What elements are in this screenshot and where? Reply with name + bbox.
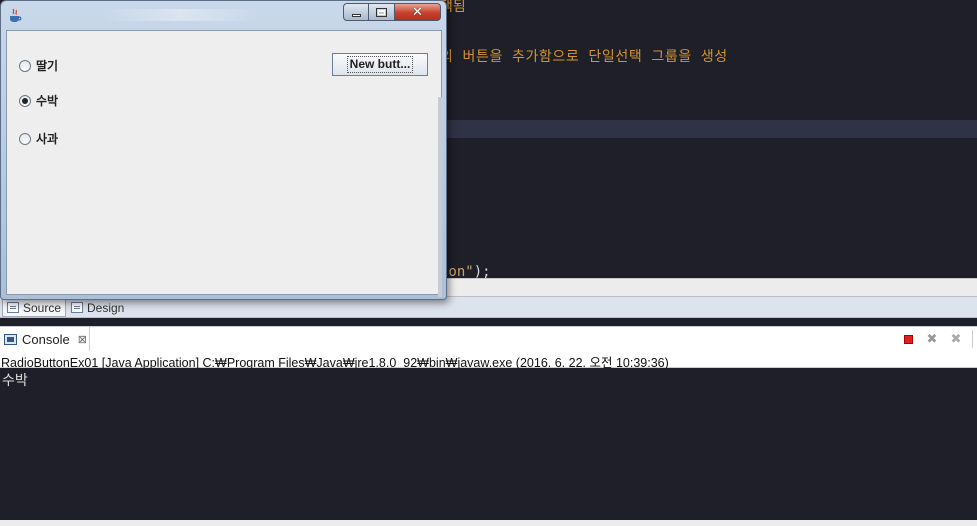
tab-design[interactable]: Design	[67, 298, 128, 317]
console-process-info: RadioButtonEx01 [Java Application] C:₩Pr…	[0, 351, 977, 370]
console-view-header: Console ⊠ ✖ ✖	[0, 326, 977, 351]
maximize-button[interactable]	[369, 3, 395, 21]
radio-label: 수박	[36, 94, 59, 108]
remove-all-icon[interactable]: ✖	[948, 331, 964, 347]
radio-apple[interactable]: 사과	[19, 130, 58, 147]
current-line-highlight	[440, 120, 977, 138]
window-title-glow	[101, 9, 261, 21]
minimize-button[interactable]	[343, 3, 369, 21]
window-edge-shadow	[438, 97, 442, 297]
code-string-line: ton");	[440, 264, 491, 278]
toolbar-divider	[972, 330, 973, 348]
source-icon	[7, 302, 19, 313]
new-button-label: New butt...	[346, 56, 414, 73]
status-strip	[0, 520, 977, 526]
radio-indicator-icon	[19, 59, 31, 72]
window-caption-buttons: ✕	[343, 3, 441, 21]
radio-label: 딸기	[36, 59, 59, 73]
new-button[interactable]: New butt...	[332, 53, 428, 76]
tab-console[interactable]: Console ⊠	[0, 327, 90, 351]
remove-launch-icon[interactable]: ✖	[924, 331, 940, 347]
radio-watermelon[interactable]: 수박	[19, 92, 58, 109]
tab-source-label: Source	[23, 300, 62, 315]
app-window: ✕ 딸기 수박 사과 New butt...	[0, 0, 447, 300]
radio-indicator-checked-icon	[19, 94, 31, 107]
console-output-text: 수박	[2, 373, 28, 389]
console-toolbar: ✖ ✖	[900, 330, 973, 348]
console-tab-label: Console	[22, 331, 70, 347]
design-icon	[71, 302, 83, 313]
terminate-icon[interactable]	[900, 331, 916, 347]
window-content-pane: 딸기 수박 사과 New butt...	[6, 30, 442, 297]
radio-indicator-icon	[19, 132, 31, 145]
close-icon: ✕	[412, 4, 423, 20]
java-icon	[10, 8, 22, 22]
minimize-icon	[351, 14, 361, 17]
close-icon[interactable]: ⊠	[78, 333, 87, 346]
window-close-button[interactable]: ✕	[395, 3, 441, 21]
tab-design-label: Design	[87, 300, 125, 315]
radio-strawberry[interactable]: 딸기	[19, 57, 58, 74]
console-output-area[interactable]: 수박	[0, 368, 977, 520]
console-icon	[4, 333, 17, 345]
code-punctuation: );	[473, 264, 491, 278]
window-titlebar[interactable]: ✕	[1, 1, 446, 29]
code-comment-line: 의 버튼을 추가함으로 단일선택 그룹을 생성	[440, 49, 728, 65]
tab-source[interactable]: Source	[2, 298, 67, 317]
radio-label: 사과	[36, 132, 59, 146]
maximize-icon	[376, 7, 387, 17]
